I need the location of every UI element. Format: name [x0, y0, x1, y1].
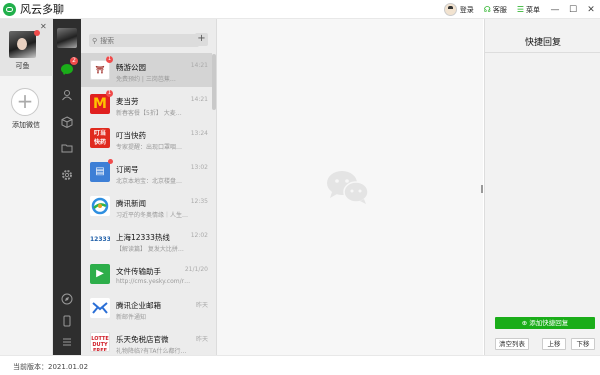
chat-name: 腾讯企业邮箱	[116, 301, 161, 310]
folder-icon[interactable]	[60, 141, 74, 155]
unread-badge: 1	[106, 90, 113, 97]
user-avatar[interactable]	[443, 3, 457, 16]
chat-badge: 2	[70, 57, 78, 65]
chat-name: 乐天免税店官微	[116, 335, 169, 344]
chat-time: 昨天	[195, 302, 208, 309]
resize-handle[interactable]	[481, 185, 483, 193]
search-box[interactable]: ⚲	[89, 34, 199, 47]
list-item[interactable]: 叮当 快药 叮当快药 13:24 专家提醒：出现口罩咽…	[81, 121, 212, 155]
divider	[485, 52, 600, 53]
exmail-logo-icon	[90, 298, 110, 318]
side-nav: 2	[53, 19, 81, 355]
lotte-logo-icon: LOTTE DUTY FREE	[90, 332, 110, 352]
maximize-button[interactable]: ☐	[564, 5, 582, 15]
mcdonalds-logo-icon: M	[90, 94, 110, 114]
title-bar: 风云多聊 登录 ☊ 客服 ☰ 菜单 — ☐ ✕	[0, 0, 600, 19]
chat-preview: 【解读篇】 复发大比拼…	[116, 246, 184, 253]
chat-time: 昨天	[195, 336, 208, 343]
file-transfer-icon: ▶	[90, 264, 110, 284]
chat-name: 麦当劳	[116, 97, 139, 106]
account-column: ✕ 可鱼 + 添加微信	[0, 19, 53, 355]
chat-name: 腾讯新闻	[116, 199, 146, 208]
close-account-icon[interactable]: ✕	[40, 22, 47, 31]
list-item[interactable]: ▶ 文件传输助手 21/1/20 http://cms.yesky.com/r…	[81, 257, 212, 291]
account-card[interactable]: ✕ 可鱼	[0, 19, 53, 76]
chat-preview: 习近平的冬奥情缘｜人生…	[116, 212, 189, 219]
park-logo-icon: ⛩	[90, 60, 110, 80]
chat-name: 文件传输助手	[116, 267, 161, 276]
clear-list-button[interactable]: 清空列表	[495, 338, 529, 350]
minimize-button[interactable]: —	[546, 5, 564, 15]
chat-preview: 北京本地宝：北京楼盘…	[116, 178, 183, 185]
quick-reply-panel: 快捷回复 ⊕ 添加快捷回复 清空列表 上移 下移	[484, 19, 600, 355]
account-avatar	[9, 31, 36, 58]
close-button[interactable]: ✕	[582, 5, 600, 15]
chat-preview: 免费预约 | 三岗芭蕉…	[116, 76, 176, 83]
chat-preview: 新邮件通知	[116, 314, 147, 321]
headset-icon: ☊	[483, 5, 491, 14]
nav-avatar[interactable]	[57, 28, 77, 48]
chat-time: 13:02	[190, 164, 208, 171]
app-logo-icon	[3, 2, 16, 16]
contacts-icon[interactable]	[60, 88, 74, 102]
add-chat-button[interactable]: +	[195, 33, 208, 46]
chat-time: 13:24	[190, 130, 208, 137]
version-text: 当前版本：2021.01.02	[13, 363, 89, 371]
subscription-icon: ▤	[90, 162, 110, 182]
chat-time: 12:35	[190, 198, 208, 205]
chat-time: 14:21	[190, 96, 208, 103]
unread-dot	[108, 159, 113, 164]
chat-name: 上海12333热线	[116, 233, 170, 242]
compass-icon[interactable]	[60, 292, 74, 306]
chat-time: 14:21	[190, 62, 208, 69]
chat-preview: 专家提醒：出现口罩咽…	[116, 144, 183, 151]
chat-list: ⚲ + ⛩ 1 畅游公园 14:21 免费预约 | 三岗芭蕉… M 1 麦当劳 …	[81, 19, 217, 355]
add-quick-reply-button[interactable]: ⊕ 添加快捷回复	[495, 317, 595, 329]
list-item[interactable]: LOTTE DUTY FREE 乐天免税店官微 昨天 礼物降临?有TA什么都行…	[81, 325, 212, 355]
list-item[interactable]: 12333 上海12333热线 12:02 【解读篇】 复发大比拼…	[81, 223, 212, 257]
chat-time: 21/1/20	[184, 266, 208, 273]
search-input[interactable]	[100, 36, 191, 45]
add-quick-reply-label: 添加快捷回复	[529, 319, 569, 327]
menu-icon: ☰	[516, 5, 524, 14]
wechat-watermark-icon	[324, 167, 372, 207]
pharmacy-logo-icon: 叮当 快药	[90, 128, 110, 148]
more-menu-icon[interactable]	[60, 335, 74, 349]
scrollbar[interactable]	[212, 54, 216, 110]
search-icon: ⚲	[92, 36, 98, 45]
chat-name: 叮当快药	[116, 131, 146, 140]
login-button[interactable]: 登录	[460, 5, 474, 15]
list-item[interactable]: 腾讯企业邮箱 昨天 新邮件通知	[81, 291, 212, 325]
quick-reply-title: 快捷回复	[524, 38, 561, 48]
chat-preview: 礼物降临?有TA什么都行…	[116, 348, 187, 355]
add-account-label: 添加微信	[12, 121, 40, 129]
list-item[interactable]: 腾讯新闻 12:35 习近平的冬奥情缘｜人生…	[81, 189, 212, 223]
chat-name: 订阅号	[116, 165, 139, 174]
chat-preview: http://cms.yesky.com/r…	[116, 278, 191, 285]
app-window: 风云多聊 登录 ☊ 客服 ☰ 菜单 — ☐ ✕ ✕ 可鱼 + 添加微信 2 ⚲ …	[0, 0, 600, 375]
status-bar: 当前版本：2021.01.02	[0, 355, 600, 375]
list-item[interactable]: ⛩ 1 畅游公园 14:21 免费预约 | 三岗芭蕉…	[81, 53, 212, 87]
chat-preview: 新春客餐【5折】 大麦…	[116, 110, 182, 117]
add-account-button[interactable]: +	[11, 88, 39, 116]
unread-badge: 1	[106, 56, 113, 63]
chat-main-pane	[217, 19, 483, 355]
list-item[interactable]: ▤ 订阅号 13:02 北京本地宝：北京楼盘…	[81, 155, 212, 189]
move-down-button[interactable]: 下移	[571, 338, 595, 350]
app-title: 风云多聊	[20, 3, 64, 16]
chat-name: 畅游公园	[116, 63, 146, 72]
move-up-button[interactable]: 上移	[542, 338, 566, 350]
list-item[interactable]: M 1 麦当劳 14:21 新春客餐【5折】 大麦…	[81, 87, 212, 121]
account-name: 可鱼	[15, 62, 30, 70]
service-button[interactable]: 客服	[493, 5, 507, 15]
tencent-news-logo-icon	[90, 196, 110, 216]
gear-icon[interactable]	[60, 168, 74, 182]
menu-button[interactable]: 菜单	[526, 5, 540, 15]
phone-icon[interactable]	[60, 314, 74, 328]
chat-time: 12:02	[190, 232, 208, 239]
box-icon[interactable]	[60, 115, 74, 129]
hotline-logo-icon: 12333	[90, 230, 110, 250]
